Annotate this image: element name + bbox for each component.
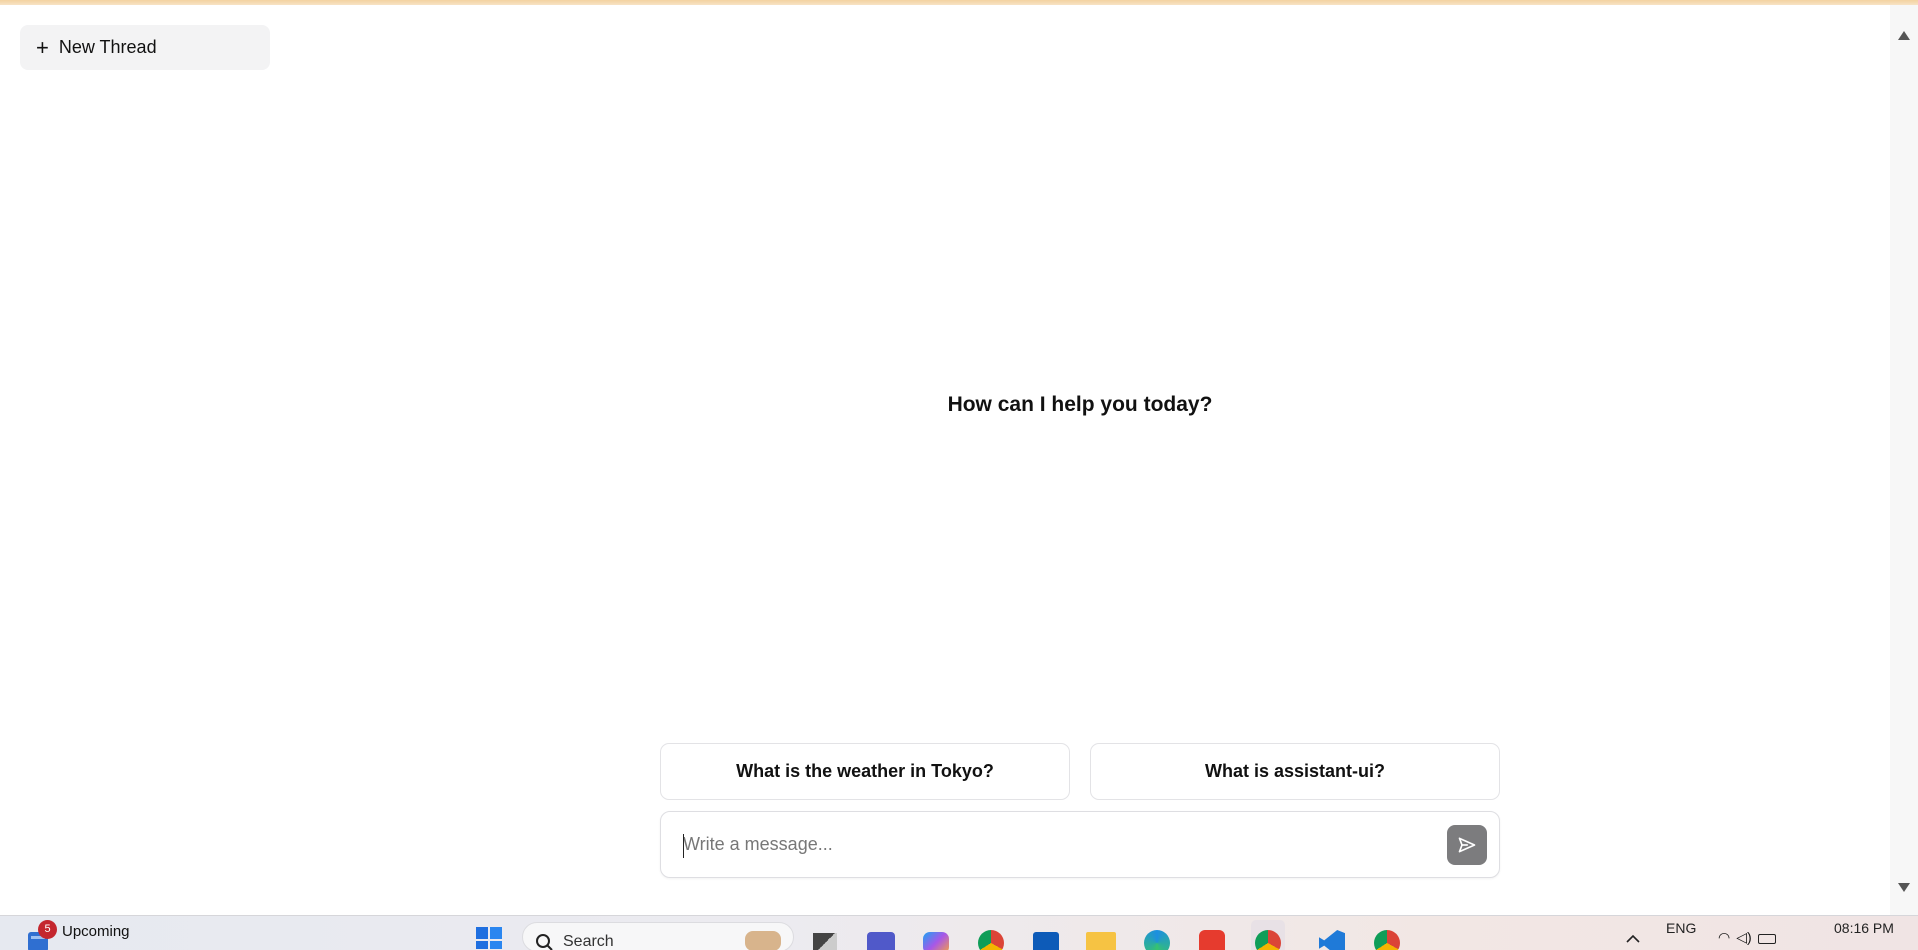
store-button[interactable] <box>1029 920 1063 950</box>
wps-icon <box>1199 930 1225 950</box>
suggestion-assistant-ui[interactable]: What is assistant-ui? <box>1090 743 1500 800</box>
search-placeholder: Search <box>563 933 614 950</box>
volume-icon: ◁) <box>1736 929 1752 945</box>
chrome-icon <box>978 930 1004 950</box>
windows-icon <box>476 926 502 949</box>
chrome-icon <box>1374 930 1400 950</box>
teams-button[interactable] <box>864 920 898 950</box>
plus-icon: + <box>36 34 49 60</box>
welcome-heading: How can I help you today? <box>947 393 1213 416</box>
suggestion-weather-tokyo[interactable]: What is the weather in Tokyo? <box>660 743 1070 800</box>
search-highlight-icon <box>745 931 781 950</box>
vscode-button[interactable] <box>1315 920 1349 950</box>
send-icon <box>1458 837 1476 852</box>
text-caret <box>683 834 684 858</box>
chrome-profile-button[interactable] <box>1251 920 1285 950</box>
message-input[interactable] <box>683 834 1447 855</box>
copilot-icon <box>923 932 949 950</box>
calendar-icon: 5 <box>26 919 57 950</box>
system-tray-status[interactable]: ◠ ◁) <box>1718 916 1776 950</box>
vscode-icon <box>1319 930 1345 950</box>
file-explorer-button[interactable] <box>1084 920 1118 950</box>
send-button[interactable] <box>1447 824 1487 865</box>
chat-app: + New Thread How can I help you today? W… <box>0 5 1918 915</box>
chrome-second-button[interactable] <box>1370 920 1404 950</box>
start-button[interactable] <box>474 916 504 950</box>
tray-overflow-button[interactable] <box>1624 916 1642 950</box>
scrollbar[interactable] <box>1890 5 1918 915</box>
copilot-button[interactable] <box>919 920 953 950</box>
wifi-icon: ◠ <box>1718 929 1731 945</box>
language-indicator[interactable]: ENG <box>1666 910 1696 945</box>
new-thread-button[interactable]: + New Thread <box>20 25 270 70</box>
clock[interactable]: 08:16 PM <box>1834 910 1894 945</box>
widgets-button[interactable]: 5 Upcoming <box>26 916 130 950</box>
teams-icon <box>867 932 895 950</box>
composer <box>660 811 1500 878</box>
taskbar: 5 Upcoming Search ENG ◠ ◁) 08:16 PM <box>0 915 1918 950</box>
task-view-button[interactable] <box>808 920 842 950</box>
scroll-up-icon[interactable] <box>1898 31 1910 40</box>
battery-icon <box>1757 933 1776 944</box>
file-explorer-icon <box>1086 932 1116 950</box>
widget-label: Upcoming <box>62 923 130 940</box>
taskbar-search[interactable]: Search <box>522 922 794 950</box>
new-thread-label: New Thread <box>58 37 157 57</box>
sidebar: + New Thread <box>0 5 290 915</box>
scroll-down-icon[interactable] <box>1898 883 1910 892</box>
notification-badge: 5 <box>38 919 57 939</box>
chrome-button[interactable] <box>974 920 1008 950</box>
edge-button[interactable] <box>1140 920 1174 950</box>
search-icon <box>536 934 553 950</box>
store-icon <box>1033 932 1059 950</box>
chevron-up-icon <box>1626 934 1640 943</box>
chrome-profile-icon <box>1255 930 1281 950</box>
suggestion-list: What is the weather in Tokyo? What is as… <box>660 743 1500 800</box>
wps-button[interactable] <box>1195 920 1229 950</box>
task-view-icon <box>813 933 837 950</box>
edge-icon <box>1144 930 1170 950</box>
